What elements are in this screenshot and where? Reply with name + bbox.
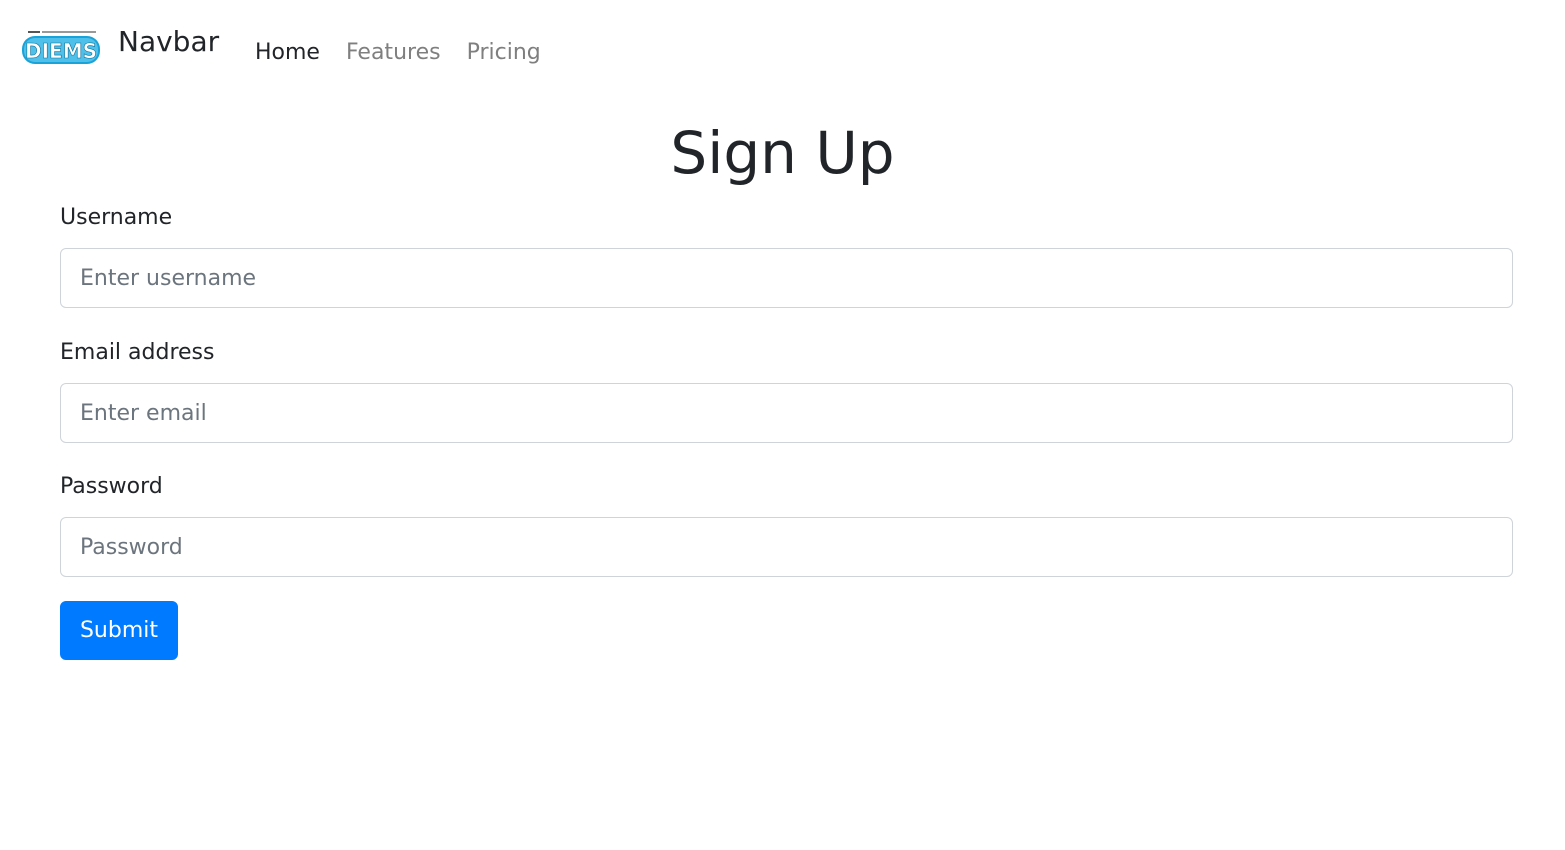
username-label: Username	[60, 205, 173, 230]
username-group: Username	[60, 200, 1513, 308]
page-title: Sign Up	[670, 119, 895, 187]
submit-button[interactable]: Submit	[60, 601, 178, 660]
nav-link-home[interactable]: Home	[255, 36, 320, 70]
password-group: Password	[60, 469, 1513, 577]
navbar-brand[interactable]: DIEMS Navbar	[20, 22, 219, 74]
email-label: Email address	[60, 340, 215, 365]
nav-links: Home Features Pricing	[255, 36, 541, 70]
password-label: Password	[60, 474, 163, 499]
email-group: Email address	[60, 335, 1513, 443]
nav-link-pricing[interactable]: Pricing	[467, 36, 541, 70]
navbar: DIEMS Navbar Home Features Pricing	[0, 0, 1565, 100]
brand-name: Navbar	[118, 25, 220, 58]
password-input[interactable]	[60, 517, 1513, 577]
nav-link-features[interactable]: Features	[346, 36, 441, 70]
diems-logo: DIEMS	[22, 31, 100, 64]
username-input[interactable]	[60, 248, 1513, 308]
logo-text: DIEMS	[25, 39, 97, 63]
email-input[interactable]	[60, 383, 1513, 443]
